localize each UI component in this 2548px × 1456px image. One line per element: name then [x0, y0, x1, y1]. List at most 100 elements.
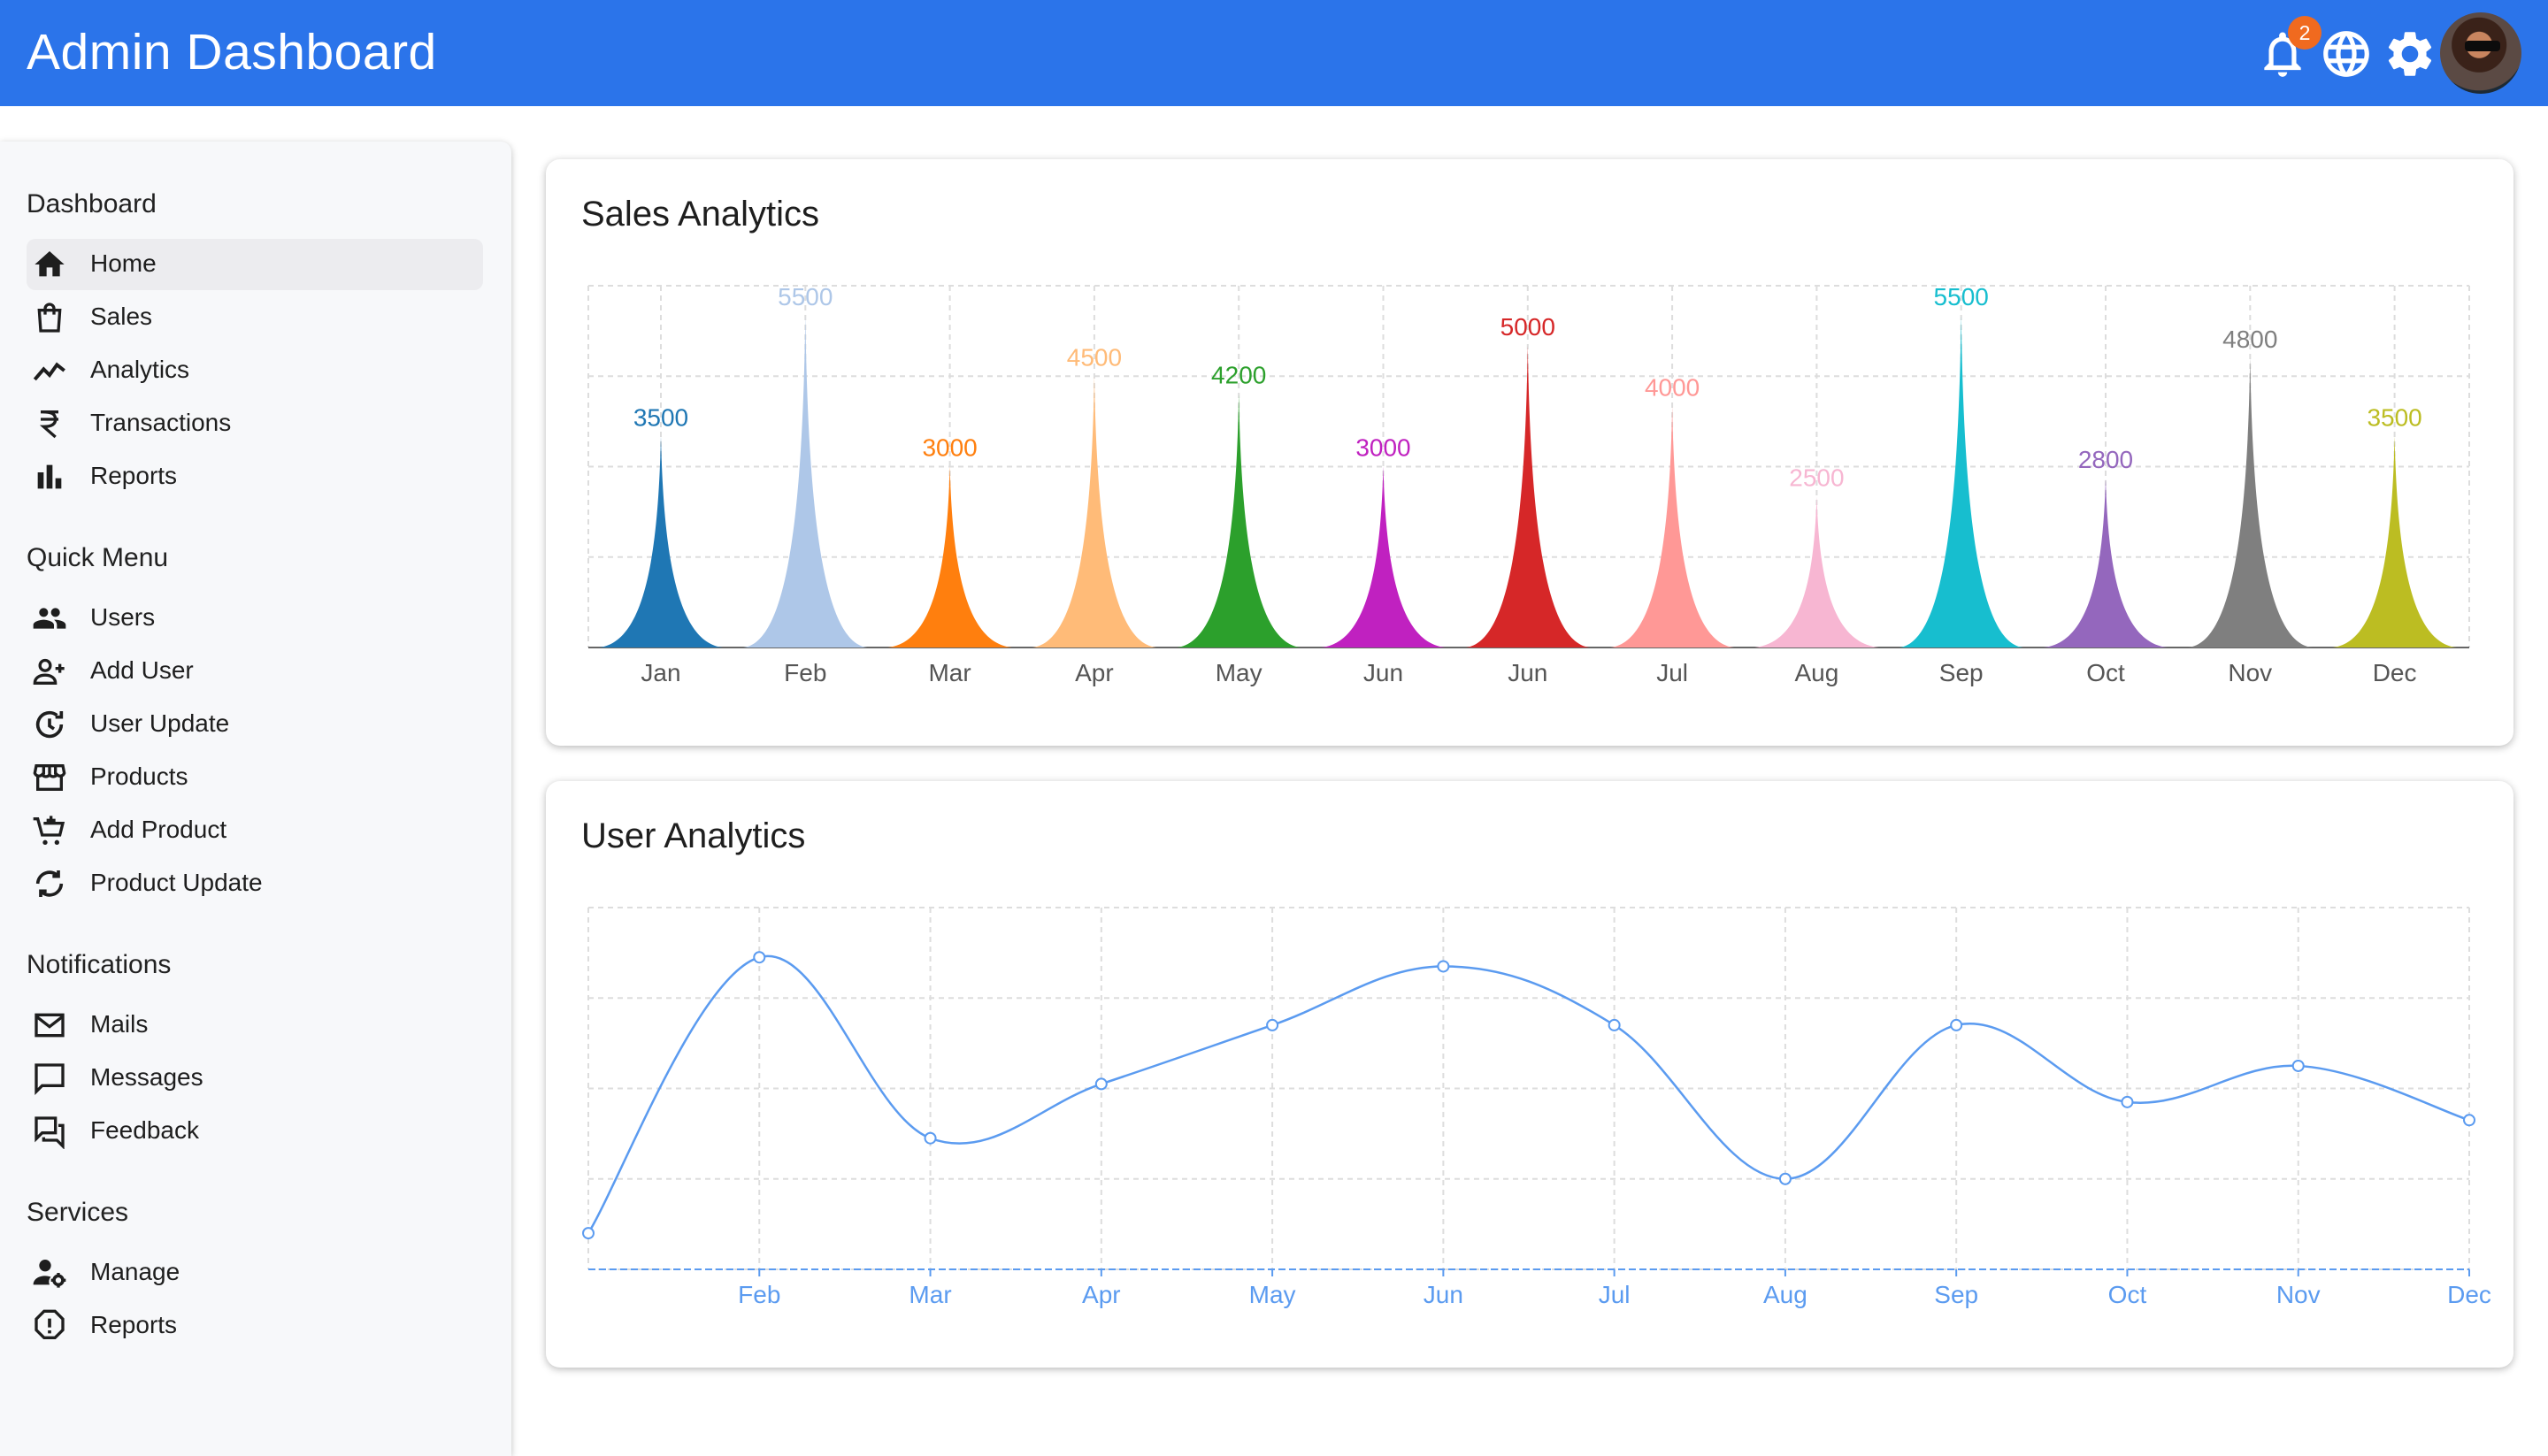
bar-value-label: 2800 — [2078, 446, 2133, 473]
data-point — [2463, 1114, 2475, 1127]
section-title-notifications: Notifications — [27, 950, 172, 979]
sidebar-item-home[interactable]: Home — [27, 239, 483, 290]
bar-value-label: 4000 — [1645, 373, 1700, 401]
sidebar-item-product-update[interactable]: Product Update — [27, 858, 483, 909]
sidebar-item-label: Add Product — [90, 816, 227, 843]
sidebar-item-label: Users — [90, 603, 156, 631]
sidebar-item-label: Home — [90, 249, 157, 277]
user-avatar[interactable] — [2440, 12, 2521, 94]
data-point — [1094, 1077, 1108, 1091]
bar-value-label: 3500 — [633, 403, 688, 431]
x-tick-label: Apr — [1082, 1281, 1121, 1308]
sidebar-item-label: Reports — [90, 1311, 178, 1338]
x-tick-label: Jul — [1599, 1281, 1631, 1308]
sidebar-item-products[interactable]: Products — [27, 752, 483, 803]
sidebar-item-label: Product Update — [90, 869, 263, 896]
x-tick-label: Sep — [1934, 1281, 1978, 1308]
section-title-quick-menu: Quick Menu — [27, 543, 169, 572]
data-point — [753, 951, 766, 964]
sidebar-item-label: Feedback — [90, 1116, 199, 1144]
storefront-icon — [32, 760, 67, 795]
x-tick-label: Aug — [1794, 659, 1838, 686]
add-cart-icon — [32, 813, 67, 848]
x-tick-label: Sep — [1939, 659, 1984, 686]
sidebar-item-transactions[interactable]: Transactions — [27, 398, 483, 449]
bar-value-label: 5000 — [1500, 313, 1555, 341]
x-tick-label: Nov — [2276, 1281, 2321, 1308]
x-tick-label: Mar — [928, 659, 971, 686]
bar-value-label: 3000 — [922, 434, 977, 462]
x-tick-label: Mar — [909, 1281, 951, 1308]
user-chart: Feb Mar Apr May Jun Jul Aug Sep Oct Nov Dec — [582, 907, 2491, 1308]
message-icon — [32, 1061, 67, 1096]
sidebar-item-analytics[interactable]: Analytics — [27, 345, 483, 396]
sidebar-item-label: Analytics — [90, 356, 190, 383]
sidebar-item-feedback[interactable]: Feedback — [27, 1106, 483, 1157]
sidebar-item-messages[interactable]: Messages — [27, 1053, 483, 1104]
spike-bar — [2188, 357, 2313, 648]
x-tick-label: Apr — [1075, 659, 1114, 686]
data-point — [1266, 1018, 1279, 1031]
sync-icon — [32, 866, 67, 901]
update-icon — [32, 707, 67, 742]
bar-value-label: 3000 — [1355, 434, 1410, 462]
sidebar-item-service-reports[interactable]: Reports — [27, 1300, 483, 1352]
spike-bar — [2044, 479, 2168, 648]
app-title: Admin Dashboard — [27, 24, 437, 80]
bar-value-label: 5500 — [778, 283, 833, 310]
sidebar-item-users[interactable]: Users — [27, 593, 483, 644]
data-point — [582, 1227, 595, 1240]
notification-badge: 2 — [2288, 16, 2322, 50]
x-tick-label: Jul — [1656, 659, 1688, 686]
bar-value-label: 5500 — [1934, 283, 1989, 310]
x-tick-label: Feb — [738, 1281, 780, 1308]
data-point — [1608, 1018, 1621, 1031]
spike-bar — [1465, 346, 1590, 648]
sidebar-item-sales[interactable]: Sales — [27, 292, 483, 343]
sidebar-item-manage[interactable]: Manage — [27, 1247, 483, 1299]
data-point — [1950, 1018, 1963, 1031]
sidebar-item-add-product[interactable]: Add Product — [27, 805, 483, 856]
sales-analytics-card: Sales Analytics 3500 Jan 5500 Feb 3000 Mar 450… — [546, 159, 2513, 746]
bar-value-label: 2500 — [1789, 464, 1844, 492]
spike-bar — [743, 316, 868, 648]
spike-bar — [1032, 376, 1156, 648]
sidebar-item-reports[interactable]: Reports — [27, 451, 483, 502]
sidebar: Dashboard Home Sales Analytics Transacti… — [0, 142, 511, 1456]
user-analytics-card: User Analytics Feb Mar Apr May Jun Jul Aug Sep O… — [546, 781, 2513, 1368]
x-tick-label: Jan — [641, 659, 680, 686]
sidebar-item-label: Products — [90, 762, 188, 790]
x-tick-label: Dec — [2447, 1281, 2491, 1308]
x-tick-label: Aug — [1763, 1281, 1807, 1308]
bar-chart-icon — [32, 459, 67, 494]
bar-value-label: 4200 — [1211, 362, 1266, 389]
users-icon — [32, 601, 67, 636]
top-app-bar: Admin Dashboard 2 — [0, 0, 2548, 106]
sidebar-item-label: Messages — [90, 1063, 203, 1091]
data-point — [924, 1131, 937, 1145]
section-title-services: Services — [27, 1198, 129, 1227]
sidebar-item-label: User Update — [90, 709, 230, 737]
sidebar-item-label: Add User — [90, 656, 194, 684]
x-tick-label: Jun — [1363, 659, 1403, 686]
sidebar-item-add-user[interactable]: Add User — [27, 646, 483, 697]
data-point — [1778, 1172, 1792, 1185]
x-tick-label: Oct — [2086, 659, 2125, 686]
sidebar-item-user-update[interactable]: User Update — [27, 699, 483, 750]
home-icon — [32, 247, 67, 282]
add-user-icon — [32, 654, 67, 689]
x-tick-label: May — [1249, 1281, 1296, 1308]
spike-bar — [1754, 496, 1879, 648]
x-tick-label: Feb — [784, 659, 826, 686]
gear-icon[interactable] — [2383, 27, 2437, 81]
sidebar-item-mails[interactable]: Mails — [27, 1000, 483, 1051]
spike-bar — [1177, 394, 1301, 648]
sidebar-item-label: Manage — [90, 1258, 180, 1285]
sales-chart: 3500 Jan 5500 Feb 3000 Mar 4500 Apr 4200 May 3000 J… — [587, 283, 2470, 686]
rupee-icon — [32, 406, 67, 441]
manage-user-icon — [32, 1255, 67, 1291]
globe-icon[interactable] — [2319, 27, 2374, 81]
spike-bar — [2332, 436, 2457, 648]
bar-value-label: 4800 — [2222, 326, 2277, 353]
alert-circle-icon — [32, 1308, 67, 1344]
